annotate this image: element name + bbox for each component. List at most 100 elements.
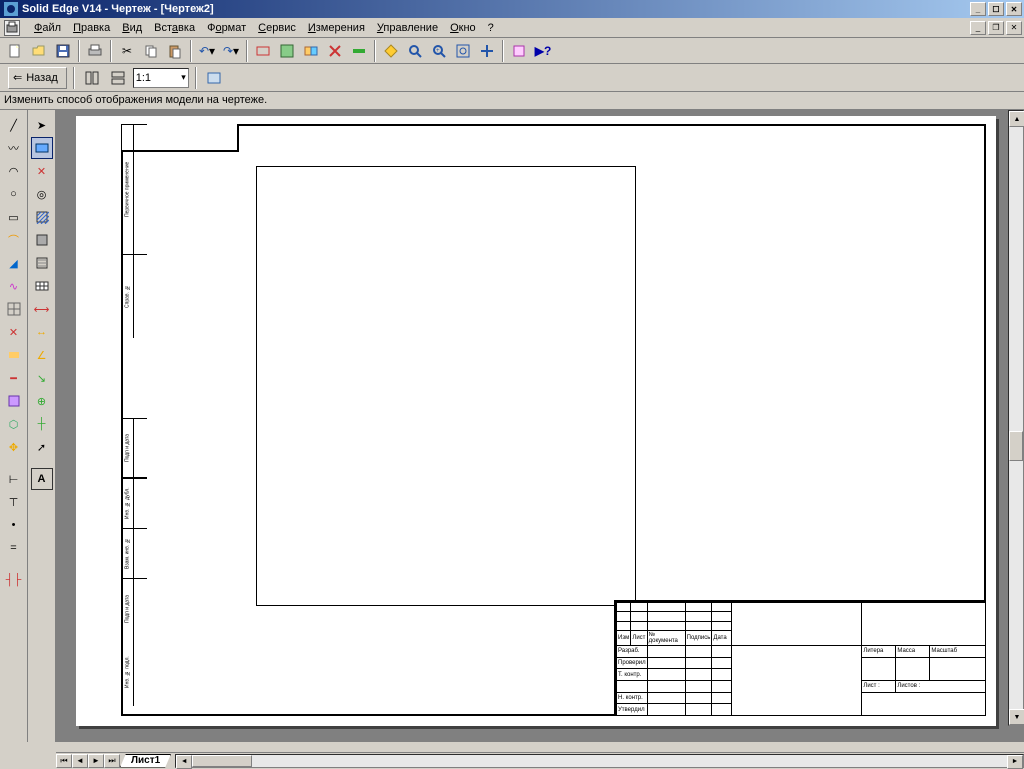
mdi-restore-button[interactable]: ❐ — [988, 21, 1004, 35]
paste-button[interactable] — [164, 40, 186, 62]
grid-tool[interactable] — [3, 298, 25, 320]
constraint-tool[interactable]: ┤├ — [3, 569, 25, 591]
svg-text:+: + — [436, 48, 440, 54]
arc-tool[interactable]: ◠ — [3, 160, 25, 182]
menu-window[interactable]: Окно — [444, 20, 482, 36]
tb-icon-6[interactable] — [380, 40, 402, 62]
separator — [190, 40, 192, 62]
menu-tools[interactable]: Сервис — [252, 20, 302, 36]
rect-tool[interactable]: ▭ — [3, 206, 25, 228]
cut-button[interactable]: ✂ — [116, 40, 138, 62]
view-layout-2-button[interactable] — [107, 67, 129, 89]
vertical-scrollbar[interactable] — [1008, 110, 1024, 726]
scale-combo[interactable]: 1:1 — [133, 68, 189, 88]
menu-edit[interactable]: Правка — [67, 20, 116, 36]
print-button[interactable] — [84, 40, 106, 62]
open-button[interactable] — [28, 40, 50, 62]
tb-icon-3[interactable] — [300, 40, 322, 62]
hatch2-tool[interactable] — [31, 229, 53, 251]
leftcell-3b — [133, 418, 147, 478]
tb-zoom-area[interactable] — [404, 40, 426, 62]
hatch-tool[interactable] — [31, 206, 53, 228]
drawing-view[interactable] — [256, 166, 636, 606]
new-button[interactable] — [4, 40, 26, 62]
circle-tool[interactable]: ○ — [3, 183, 25, 205]
sheet-tab[interactable]: Лист1 — [120, 754, 171, 768]
section-tool[interactable]: ✕ — [31, 160, 53, 182]
angle-dim-tool[interactable]: ∠ — [31, 344, 53, 366]
leftcell-1b — [133, 124, 147, 254]
trim-tool[interactable]: ✕ — [3, 321, 25, 343]
first-sheet-button[interactable]: ⏮ — [56, 754, 72, 768]
tb-icon-7[interactable] — [508, 40, 530, 62]
window-title: Solid Edge V14 - Чертеж - [Чертеж2] — [22, 3, 214, 15]
minimize-button[interactable]: _ — [970, 2, 986, 16]
horizontal-scrollbar[interactable] — [175, 754, 1024, 768]
curve-tool[interactable]: 〰 — [3, 137, 25, 159]
balloon-tool[interactable]: ➚ — [31, 436, 53, 458]
point-tool[interactable]: • — [3, 514, 25, 536]
mdi-close-button[interactable]: ✕ — [1006, 21, 1022, 35]
select-tool[interactable]: ➤ — [31, 114, 53, 136]
leftcell-3: Подп и дата — [121, 418, 133, 478]
save-button[interactable] — [52, 40, 74, 62]
maximize-button[interactable]: ☐ — [988, 2, 1004, 16]
menu-insert[interactable]: Вставка — [148, 20, 201, 36]
close-button[interactable]: ✕ — [1006, 2, 1022, 16]
separator — [374, 40, 376, 62]
leader-tool[interactable]: ↘ — [31, 367, 53, 389]
tb-zoom[interactable]: + — [428, 40, 450, 62]
horiz-dim-tool[interactable]: ⊢ — [3, 468, 25, 490]
menu-view[interactable]: Вид — [116, 20, 148, 36]
scale-value: 1:1 — [136, 72, 151, 84]
hatch3-tool[interactable] — [31, 252, 53, 274]
back-arrow-icon: ⇐ — [13, 71, 22, 84]
tb-icon-4[interactable] — [324, 40, 346, 62]
fillet-tool[interactable]: ⌒ — [3, 229, 25, 251]
menu-measure[interactable]: Измерения — [302, 20, 371, 36]
next-sheet-button[interactable]: ► — [88, 754, 104, 768]
iso-tool[interactable]: ⬡ — [3, 413, 25, 435]
undo-button[interactable]: ↶▾ — [196, 40, 218, 62]
view-toolbar: ⇐ Назад 1:1 — [0, 64, 1024, 92]
view-tool[interactable] — [31, 137, 53, 159]
doc-icon[interactable] — [4, 20, 20, 36]
tb-help-cursor[interactable]: ▶? — [532, 40, 554, 62]
redo-button[interactable]: ↷▾ — [220, 40, 242, 62]
last-sheet-button[interactable]: ⏭ — [104, 754, 120, 768]
hscroll-thumb[interactable] — [192, 755, 252, 767]
hline-tool[interactable]: ━ — [3, 367, 25, 389]
vscroll-thumb[interactable] — [1009, 431, 1023, 461]
spline-tool[interactable]: ∿ — [3, 275, 25, 297]
extend-tool[interactable] — [3, 344, 25, 366]
chamfer-tool[interactable]: ◢ — [3, 252, 25, 274]
view-option-button[interactable] — [203, 67, 225, 89]
dim-smart-tool[interactable]: ↔ — [31, 321, 53, 343]
center-tool[interactable]: ⊕ — [31, 390, 53, 412]
copy-button[interactable] — [140, 40, 162, 62]
tb-fit[interactable] — [452, 40, 474, 62]
tb-icon-2[interactable] — [276, 40, 298, 62]
view-layout-1-button[interactable] — [81, 67, 103, 89]
back-button[interactable]: ⇐ Назад — [8, 67, 67, 89]
tb-pan[interactable] — [476, 40, 498, 62]
offset-tool[interactable] — [3, 390, 25, 412]
detail-tool[interactable]: ◎ — [31, 183, 53, 205]
dim-tool[interactable]: ⟷ — [31, 298, 53, 320]
prev-sheet-button[interactable]: ◄ — [72, 754, 88, 768]
menu-help[interactable]: ? — [482, 20, 500, 36]
tb-icon-5[interactable] — [348, 40, 370, 62]
menu-manage[interactable]: Управление — [371, 20, 444, 36]
text-tool[interactable]: A — [31, 468, 53, 490]
tb-icon-1[interactable] — [252, 40, 274, 62]
canvas[interactable]: Первичное применение Справ. № Подп и дат… — [56, 110, 1024, 742]
equal-tool[interactable]: = — [3, 537, 25, 559]
move-tool[interactable]: ✥ — [3, 436, 25, 458]
menu-format[interactable]: Формат — [201, 20, 252, 36]
mdi-minimize-button[interactable]: _ — [970, 21, 986, 35]
line-tool[interactable]: ╱ — [3, 114, 25, 136]
menu-file[interactable]: ФФайлайл — [28, 20, 67, 36]
centerline-tool[interactable]: ┼ — [31, 413, 53, 435]
table-tool[interactable] — [31, 275, 53, 297]
vert-dim-tool[interactable]: ⊤ — [3, 491, 25, 513]
